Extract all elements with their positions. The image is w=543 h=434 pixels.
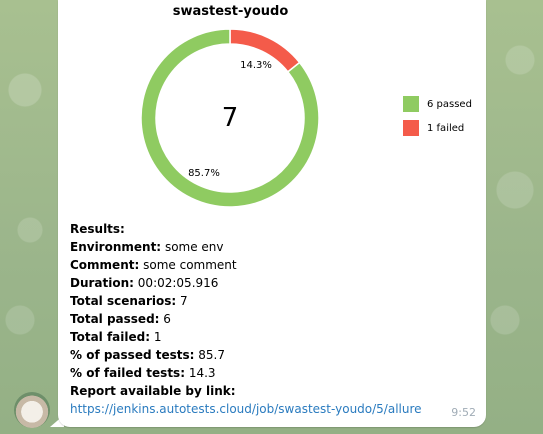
legend-swatch-passed: [403, 96, 419, 112]
percent-label-failed: 14.3%: [240, 60, 272, 71]
results-text: Results: Environment: some env Comment: …: [70, 220, 422, 418]
legend-label-failed: 1 failed: [427, 122, 465, 134]
results-heading: Results:: [70, 222, 125, 236]
donut-chart: 14.3% 85.7% 7: [140, 28, 320, 208]
legend-swatch-failed: [403, 120, 419, 136]
report-link-label: Report available by link:: [70, 384, 236, 398]
chart-legend: 6 passed 1 failed: [403, 96, 472, 144]
report-link[interactable]: https://jenkins.autotests.cloud/job/swas…: [70, 402, 422, 416]
bot-avatar[interactable]: [14, 392, 50, 428]
total-passed-line: Total passed: 6: [70, 312, 171, 326]
total-failed-line: Total failed: 1: [70, 330, 162, 344]
environment-line: Environment: some env: [70, 240, 224, 254]
percent-label-passed: 85.7%: [188, 168, 220, 179]
legend-item-failed: 1 failed: [403, 120, 472, 136]
comment-line: Comment: some comment: [70, 258, 237, 272]
legend-item-passed: 6 passed: [403, 96, 472, 112]
passed-percent-line: % of passed tests: 85.7: [70, 348, 225, 362]
total-scenarios-line: Total scenarios: 7: [70, 294, 188, 308]
failed-percent-line: % of failed tests: 14.3: [70, 366, 216, 380]
message-time: 9:52: [451, 406, 476, 419]
center-total-label: 7: [222, 103, 239, 133]
message-bubble[interactable]: swastest-youdo 14.3% 85.7% 7 6 passed 1 f…: [58, 0, 486, 427]
duration-line: Duration: 00:02:05.916: [70, 276, 219, 290]
legend-label-passed: 6 passed: [427, 98, 472, 110]
chart-image[interactable]: swastest-youdo 14.3% 85.7% 7 6 passed 1 f…: [58, 0, 486, 218]
